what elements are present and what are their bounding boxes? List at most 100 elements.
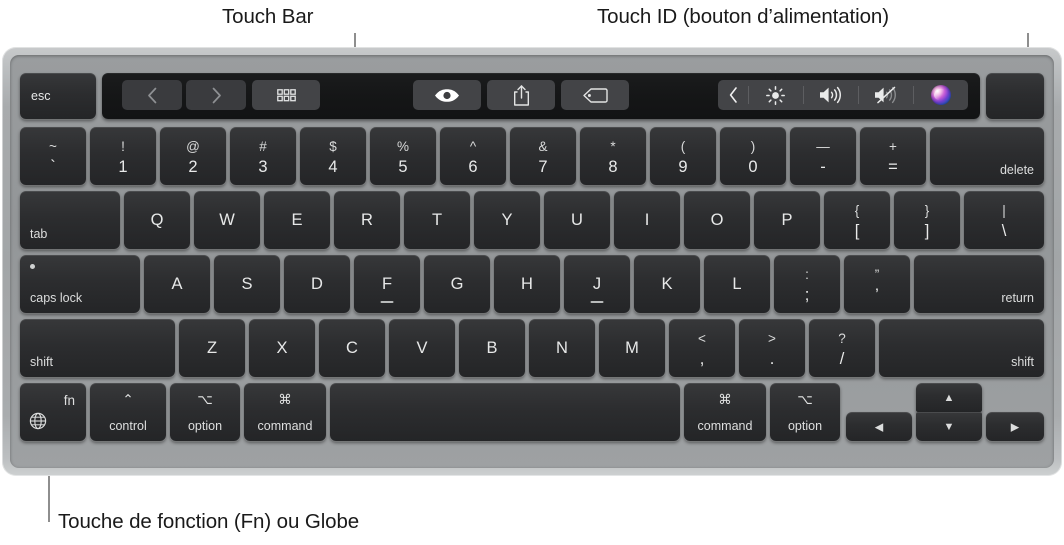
key-n[interactable]: N bbox=[529, 319, 595, 377]
key-period-lower: . bbox=[769, 350, 775, 368]
key-h[interactable]: H bbox=[494, 255, 560, 313]
key-backslash[interactable]: | \ bbox=[964, 191, 1044, 249]
key-caps-lock[interactable]: caps lock bbox=[20, 255, 140, 313]
key-o[interactable]: O bbox=[684, 191, 750, 249]
key-z-label: Z bbox=[206, 338, 218, 357]
key-y[interactable]: Y bbox=[474, 191, 540, 249]
key-8-upper: * bbox=[610, 139, 616, 154]
key-semicolon-lower: ; bbox=[804, 286, 810, 304]
key-period-upper: > bbox=[768, 331, 776, 346]
key-right-bracket[interactable]: } ] bbox=[894, 191, 960, 249]
key-arrow-down[interactable]: ▼ bbox=[916, 412, 982, 441]
key-v[interactable]: V bbox=[389, 319, 455, 377]
key-left-control[interactable]: ⌃ control bbox=[90, 383, 166, 441]
touch-bar-back-button[interactable] bbox=[122, 80, 182, 110]
touch-bar[interactable] bbox=[102, 73, 980, 119]
key-l[interactable]: L bbox=[704, 255, 770, 313]
key-semicolon[interactable]: : ; bbox=[774, 255, 840, 313]
key-right-option[interactable]: ⌥ option bbox=[770, 383, 840, 441]
key-6-lower: 6 bbox=[468, 158, 478, 176]
touch-bar-share-button[interactable] bbox=[487, 80, 555, 110]
key-slash[interactable]: ? / bbox=[809, 319, 875, 377]
key-g[interactable]: G bbox=[424, 255, 490, 313]
key-x[interactable]: X bbox=[249, 319, 315, 377]
key-t[interactable]: T bbox=[404, 191, 470, 249]
key-f[interactable]: F bbox=[354, 255, 420, 313]
key-left-option[interactable]: ⌥ option bbox=[170, 383, 240, 441]
key-j[interactable]: J bbox=[564, 255, 630, 313]
key-space[interactable] bbox=[330, 383, 680, 441]
key-8[interactable]: * 8 bbox=[580, 127, 646, 185]
touch-bar-tag-button[interactable] bbox=[561, 80, 629, 110]
key-comma[interactable]: < , bbox=[669, 319, 735, 377]
key-period[interactable]: > . bbox=[739, 319, 805, 377]
grid-icon bbox=[276, 88, 296, 101]
key-r[interactable]: R bbox=[334, 191, 400, 249]
touch-bar-grid-view-button[interactable] bbox=[252, 80, 320, 110]
key-backtick[interactable]: ~ ` bbox=[20, 127, 86, 185]
key-s-label: S bbox=[241, 274, 253, 293]
key-i[interactable]: I bbox=[614, 191, 680, 249]
key-d[interactable]: D bbox=[284, 255, 350, 313]
key-arrow-left[interactable]: ◀ bbox=[846, 412, 912, 441]
key-1[interactable]: ! 1 bbox=[90, 127, 156, 185]
touch-id-key[interactable] bbox=[986, 73, 1044, 119]
key-p[interactable]: P bbox=[754, 191, 820, 249]
key-c[interactable]: C bbox=[319, 319, 385, 377]
key-s[interactable]: S bbox=[214, 255, 280, 313]
key-5-lower: 5 bbox=[398, 158, 408, 176]
key-m[interactable]: M bbox=[599, 319, 665, 377]
key-right-command[interactable]: ⌘ command bbox=[684, 383, 766, 441]
key-tab[interactable]: tab bbox=[20, 191, 120, 249]
key-right-option-symbol: ⌥ bbox=[797, 392, 813, 407]
key-4[interactable]: $ 4 bbox=[300, 127, 366, 185]
touch-bar-forward-button[interactable] bbox=[186, 80, 246, 110]
key-well: esc ~ ` ! 1 @ 2 # 3 $ 4 % 5 ^ 6 & 7 * 8 … bbox=[10, 55, 1054, 468]
key-9[interactable]: ( 9 bbox=[650, 127, 716, 185]
control-strip-mute-button[interactable] bbox=[858, 80, 913, 110]
key-e[interactable]: E bbox=[264, 191, 330, 249]
key-w[interactable]: W bbox=[194, 191, 260, 249]
key-w-label: W bbox=[219, 210, 235, 229]
key-comma-lower: , bbox=[699, 350, 705, 368]
key-z[interactable]: Z bbox=[179, 319, 245, 377]
globe-icon bbox=[29, 412, 47, 435]
control-strip-expand-button[interactable] bbox=[718, 80, 748, 110]
key-a[interactable]: A bbox=[144, 255, 210, 313]
key-k[interactable]: K bbox=[634, 255, 700, 313]
escape-key[interactable]: esc bbox=[20, 73, 96, 119]
key-left-shift[interactable]: shift bbox=[20, 319, 175, 377]
key-right-shift[interactable]: shift bbox=[879, 319, 1044, 377]
key-left-command[interactable]: ⌘ command bbox=[244, 383, 326, 441]
key-equals-upper: + bbox=[889, 139, 897, 154]
key-return[interactable]: return bbox=[914, 255, 1044, 313]
key-minus[interactable]: — - bbox=[790, 127, 856, 185]
key-3[interactable]: # 3 bbox=[230, 127, 296, 185]
key-arrow-right[interactable]: ▶ bbox=[986, 412, 1044, 441]
touch-bar-control-strip[interactable] bbox=[718, 80, 968, 110]
control-strip-brightness-button[interactable] bbox=[748, 80, 803, 110]
key-equals[interactable]: + = bbox=[860, 127, 926, 185]
key-2[interactable]: @ 2 bbox=[160, 127, 226, 185]
key-arrow-up[interactable]: ▲ bbox=[916, 383, 982, 412]
control-strip-siri-button[interactable] bbox=[913, 80, 968, 110]
key-6[interactable]: ^ 6 bbox=[440, 127, 506, 185]
key-j-homing-bar bbox=[590, 301, 604, 303]
key-b[interactable]: B bbox=[459, 319, 525, 377]
arrow-right-icon: ▶ bbox=[1010, 421, 1020, 433]
key-q[interactable]: Q bbox=[124, 191, 190, 249]
key-5[interactable]: % 5 bbox=[370, 127, 436, 185]
touch-bar-quick-look-button[interactable] bbox=[413, 80, 481, 110]
key-equals-lower: = bbox=[888, 158, 898, 176]
key-u[interactable]: U bbox=[544, 191, 610, 249]
key-fn-globe[interactable]: fn bbox=[20, 383, 86, 441]
key-7[interactable]: & 7 bbox=[510, 127, 576, 185]
share-icon bbox=[513, 84, 529, 106]
key-0[interactable]: ) 0 bbox=[720, 127, 786, 185]
key-backslash-lower: \ bbox=[1001, 222, 1007, 240]
key-quote[interactable]: ” ’ bbox=[844, 255, 910, 313]
key-left-bracket[interactable]: { [ bbox=[824, 191, 890, 249]
key-9-lower: 9 bbox=[678, 158, 688, 176]
key-delete[interactable]: delete bbox=[930, 127, 1044, 185]
control-strip-volume-button[interactable] bbox=[803, 80, 858, 110]
